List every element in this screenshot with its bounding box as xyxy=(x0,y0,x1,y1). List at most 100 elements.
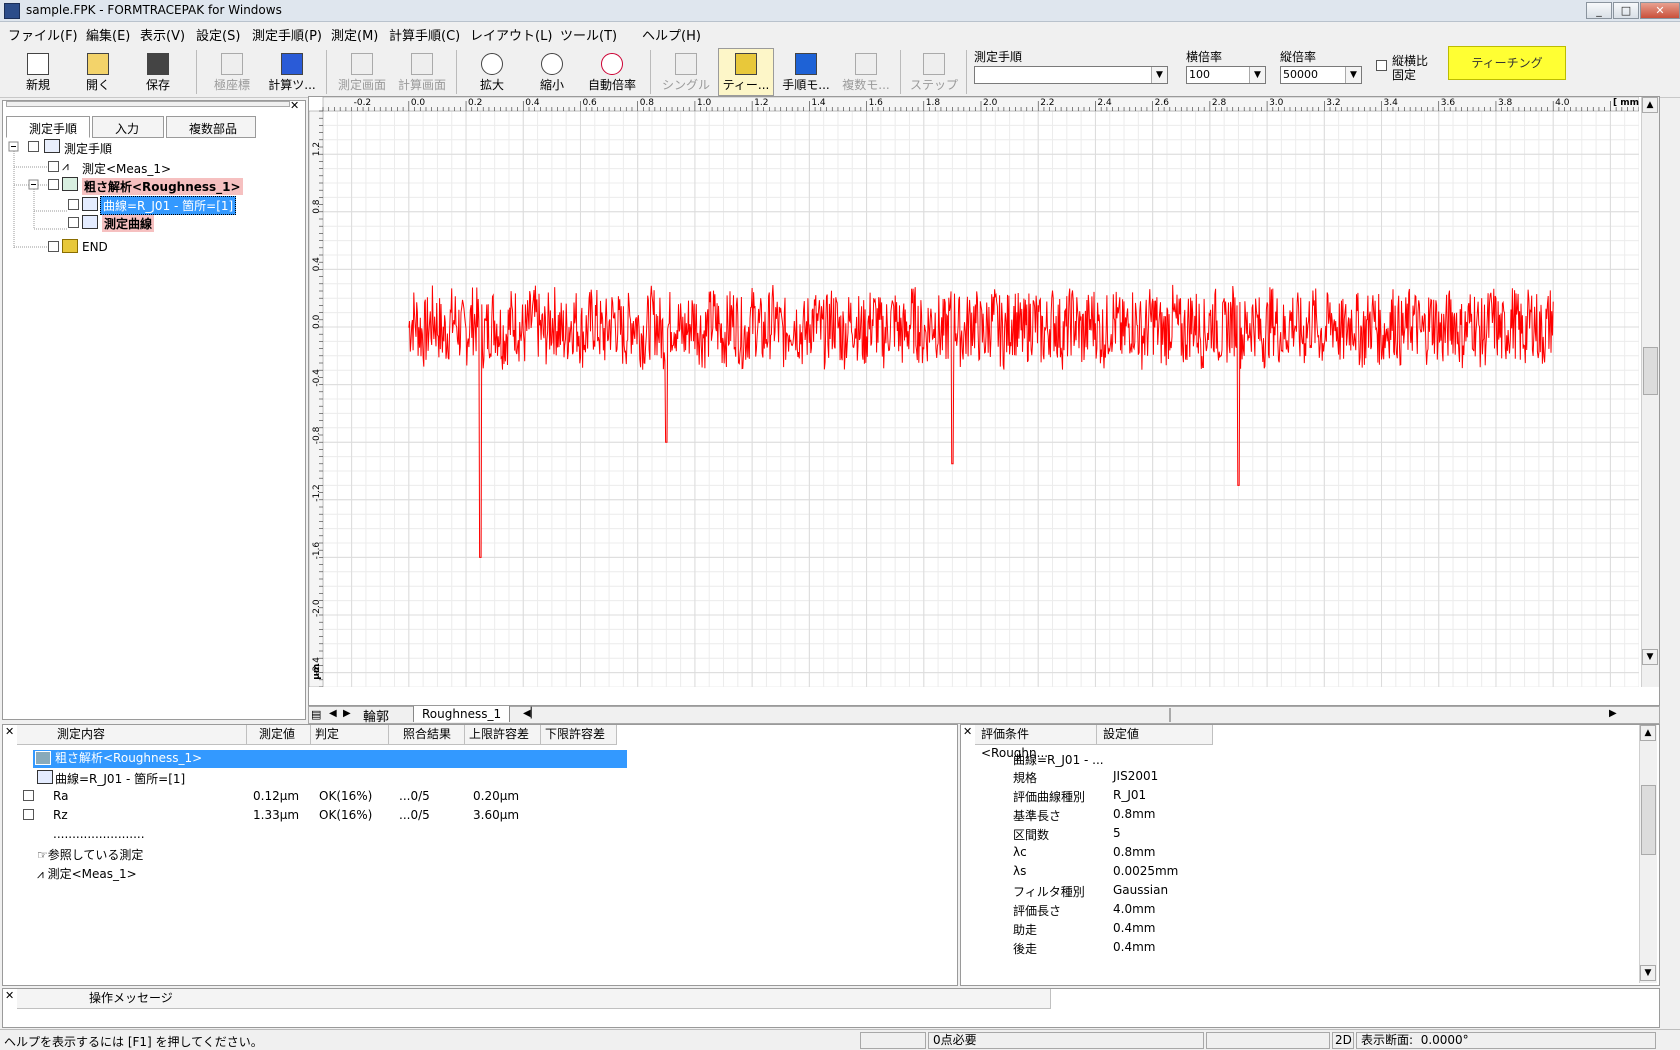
minimize-button[interactable]: _ xyxy=(1586,2,1612,19)
single-button[interactable]: シングル xyxy=(658,48,714,96)
x-tick-label: 2.8 xyxy=(1212,98,1227,108)
panel-close-icon[interactable]: ✕ xyxy=(290,99,299,112)
zoom-out-button[interactable]: 縮小 xyxy=(524,48,580,96)
procedure-mode-button[interactable]: 手順モ... xyxy=(778,48,834,96)
col-content[interactable]: 測定内容 xyxy=(17,725,247,745)
folder-icon xyxy=(62,239,78,253)
tab-next-icon[interactable]: ▶ xyxy=(343,708,351,719)
menu-measure[interactable]: 測定(M) xyxy=(331,25,378,44)
graph-vscroll[interactable]: ▲ ▼ xyxy=(1641,97,1659,687)
menu-tools[interactable]: ツール(T) xyxy=(560,25,617,44)
down-arrow-icon xyxy=(795,53,817,75)
ra-match: ...0/5 xyxy=(399,789,430,803)
layout-icon[interactable]: ▤ xyxy=(311,708,321,721)
tree-meascurve-checkbox[interactable] xyxy=(68,217,79,228)
hscroll-right-icon[interactable]: ▶ xyxy=(1609,708,1617,719)
rz-checkbox[interactable] xyxy=(23,809,34,820)
x-tick-label: 1.8 xyxy=(926,98,941,108)
conditions-close-icon[interactable]: ✕ xyxy=(963,725,972,738)
aspect-fixed-checkbox[interactable] xyxy=(1376,60,1387,71)
x-tick-label: 2.0 xyxy=(983,98,998,108)
step-button[interactable]: ステップ xyxy=(906,48,962,96)
tree-meascurve-label[interactable]: 測定曲線 xyxy=(102,215,155,232)
chevron-down-icon[interactable]: ▼ xyxy=(1642,649,1658,665)
menu-help[interactable]: ヘルプ(H) xyxy=(642,25,701,44)
menu-calc[interactable]: 計算手順(C) xyxy=(389,25,460,44)
col-setting[interactable]: 設定値 xyxy=(1097,725,1213,745)
menu-procedure[interactable]: 測定手順(P) xyxy=(252,25,322,44)
pointer-icon: ☞ xyxy=(37,848,48,862)
result-rough-row[interactable]: 粗さ解析<Roughness_1> xyxy=(33,750,627,768)
tree-root-checkbox[interactable] xyxy=(28,141,39,152)
graph-vscroll-thumb[interactable] xyxy=(1643,347,1658,395)
x-tick-label: 4.0 xyxy=(1555,98,1570,108)
x-tick-label: 2.4 xyxy=(1097,98,1112,108)
tree-end-checkbox[interactable] xyxy=(48,241,59,252)
new-button[interactable]: 新規 xyxy=(10,48,66,96)
status-mode: 2D xyxy=(1332,1032,1354,1049)
sheet-tab-contour[interactable]: 輪郭 xyxy=(355,706,397,725)
save-button[interactable]: 保存 xyxy=(130,48,186,96)
calc-screen-icon xyxy=(411,53,433,75)
procedure-select[interactable]: ▼ xyxy=(974,66,1168,84)
tree-root-label[interactable]: 測定手順 xyxy=(64,140,112,157)
maximize-button[interactable]: □ xyxy=(1613,2,1639,19)
col-upper[interactable]: 上限許容差 xyxy=(465,725,541,745)
teach-mode-button[interactable]: ティー... xyxy=(718,48,774,96)
tree-meas-checkbox[interactable] xyxy=(48,161,59,172)
open-button[interactable]: 開く xyxy=(70,48,126,96)
chevron-down-icon[interactable]: ▼ xyxy=(1640,965,1656,981)
result-curve-row[interactable]: 曲線=R_J01 - 箇所=[1] xyxy=(37,770,185,787)
col-judge[interactable]: 判定 xyxy=(311,725,389,745)
chevron-up-icon[interactable]: ▲ xyxy=(1642,97,1658,113)
tab-procedure[interactable]: 測定手順 xyxy=(6,116,90,138)
message-header: 操作メッセージ xyxy=(17,989,1051,1009)
toolbar: 新規 開く 保存 極座標 計算ツ... 測定画面 計算画面 拡大 縮小 自動倍率… xyxy=(0,44,1680,98)
chevron-up-icon[interactable]: ▲ xyxy=(1640,725,1656,741)
col-lower[interactable]: 下限許容差 xyxy=(541,725,617,745)
hmag-select[interactable]: 100 ▼ xyxy=(1186,66,1266,84)
measure-icon: ⩘ xyxy=(37,867,44,881)
vmag-select[interactable]: 50000 ▼ xyxy=(1280,66,1362,84)
results-close-icon[interactable]: ✕ xyxy=(5,725,14,738)
rz-judge: OK(16%) xyxy=(319,808,373,822)
menu-edit[interactable]: 編集(E) xyxy=(86,25,130,44)
tree-rough-label[interactable]: 粗さ解析<Roughness_1> xyxy=(82,178,243,195)
title-bar: sample.FPK - FORMTRACEPAK for Windows _ … xyxy=(0,0,1680,22)
auto-zoom-button[interactable]: 自動倍率 xyxy=(584,48,640,96)
y-tick-label: -0.8 xyxy=(312,426,322,444)
conditions-vscroll-thumb[interactable] xyxy=(1641,785,1656,855)
tab-end-icon[interactable]: ◀▏ xyxy=(523,708,538,719)
col-condition[interactable]: 評価条件<Roughn... xyxy=(975,725,1097,760)
close-button[interactable]: ✕ xyxy=(1640,2,1680,19)
conditions-vscroll[interactable]: ▲ ▼ xyxy=(1639,725,1657,983)
menu-settings[interactable]: 設定(S) xyxy=(196,25,240,44)
col-value[interactable]: 測定値 xyxy=(247,725,311,745)
meas-screen-button[interactable]: 測定画面 xyxy=(334,48,390,96)
multi-mode-button[interactable]: 複数モ... xyxy=(838,48,894,96)
menu-view[interactable]: 表示(V) xyxy=(140,25,185,44)
x-tick-label: 3.4 xyxy=(1384,98,1399,108)
tab-prev-icon[interactable]: ◀ xyxy=(329,708,337,719)
zoom-in-button[interactable]: 拡大 xyxy=(464,48,520,96)
tree-end-label[interactable]: END xyxy=(82,240,108,254)
polar-button[interactable]: 極座標 xyxy=(204,48,260,96)
ref-meas-item[interactable]: ⩘ 測定<Meas_1> xyxy=(37,865,137,882)
sheet-tab-roughness[interactable]: Roughness_1 xyxy=(413,706,511,722)
ra-judge: OK(16%) xyxy=(319,789,373,803)
tree-curve-label[interactable]: 曲線=R_J01 - 箇所=[1] xyxy=(100,196,237,215)
calc-tool-button[interactable]: 計算ツ... xyxy=(264,48,320,96)
menu-file[interactable]: ファイル(F) xyxy=(8,25,78,44)
tree-rough-checkbox[interactable] xyxy=(48,179,59,190)
x-tick-label: 1.0 xyxy=(697,98,712,108)
tree-curve-checkbox[interactable] xyxy=(68,199,79,210)
ra-checkbox[interactable] xyxy=(23,790,34,801)
col-match[interactable]: 照合結果 xyxy=(389,725,465,745)
tab-input[interactable]: 入力 xyxy=(92,116,164,138)
message-close-icon[interactable]: ✕ xyxy=(5,989,14,1002)
calc-screen-button[interactable]: 計算画面 xyxy=(394,48,450,96)
menu-layout[interactable]: レイアウト(L) xyxy=(470,25,552,44)
profile-graph[interactable]: -0.2 0.0 0.2 0.4 0.6 0.8 1.0 1.2 1.4 1.6 1.8 2.0 2.2… xyxy=(309,97,1639,687)
tree-meas-label[interactable]: 測定<Meas_1> xyxy=(82,160,171,177)
tab-multi-part[interactable]: 複数部品 xyxy=(166,116,256,138)
